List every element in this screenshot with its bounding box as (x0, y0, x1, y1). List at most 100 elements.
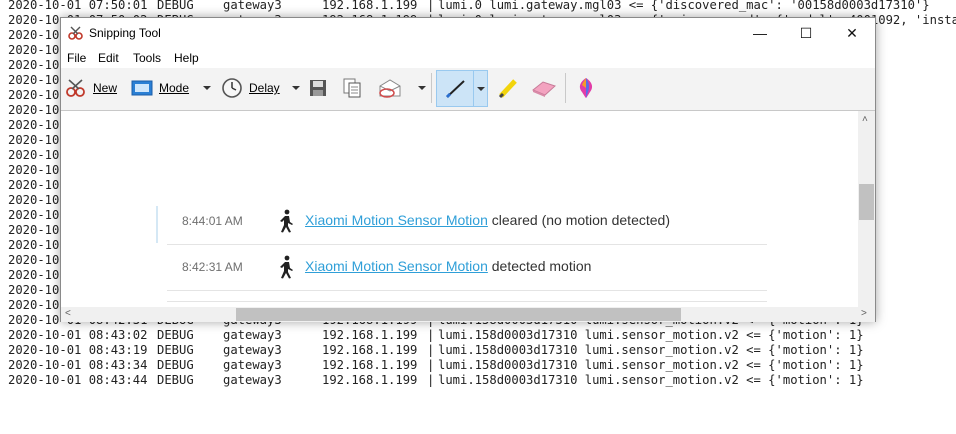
toolbar: New Mode Delay (61, 68, 875, 111)
mode-button[interactable]: Mode (131, 75, 189, 101)
scroll-left-icon[interactable]: < (65, 308, 71, 319)
console-ts: 2020-10-01 08:43:34 (8, 358, 148, 372)
console-mod: gateway3 (223, 343, 282, 357)
scroll-right-icon[interactable]: > (861, 308, 867, 319)
console-ts: 2020-10 (8, 208, 60, 222)
card-edge-highlight (156, 206, 158, 243)
console-ts: 2020-10 (8, 103, 60, 117)
entry-time: 8:42:31 AM (182, 260, 243, 274)
console-ts: 2020-10 (8, 58, 60, 72)
entry-text: Xiaomi Motion Sensor Motion detected mot… (305, 258, 591, 274)
console-ts: 2020-10 (8, 178, 60, 192)
console-msg: lumi.0 lumi.gateway.mgl03 <= {'discovere… (438, 0, 930, 12)
console-ts: 2020-10 (8, 238, 60, 252)
console-ts: 2020-10 (8, 298, 60, 312)
console-ts: 2020-10 (8, 283, 60, 297)
console-ip: 192.168.1.199 (322, 328, 418, 342)
console-msg: lumi.158d0003d17310 lumi.sensor_motion.v… (438, 328, 864, 342)
vertical-scrollbar[interactable]: ˄ (858, 111, 875, 307)
entity-link[interactable]: Xiaomi Motion Sensor Motion (305, 258, 488, 274)
console-mod: gateway3 (223, 373, 282, 387)
title-bar[interactable]: Snipping Tool — ☐ ✕ (61, 18, 875, 48)
send-dropdown-icon[interactable] (418, 86, 426, 90)
console-lvl: DEBUG (157, 358, 194, 372)
console-sep: | (427, 373, 435, 387)
console-sep: | (427, 358, 435, 372)
console-ts: 2020-10 (8, 163, 60, 177)
new-button-label: New (93, 81, 118, 95)
eraser-button[interactable] (531, 75, 557, 101)
paint3d-button[interactable] (575, 75, 597, 101)
close-button[interactable]: ✕ (829, 18, 875, 48)
entry-time: 8:44:01 AM (182, 214, 243, 228)
scroll-up-icon[interactable]: ˄ (862, 114, 868, 125)
console-sep: | (427, 328, 435, 342)
save-button[interactable] (308, 75, 328, 101)
logbook-entry: 8:44:01 AM Xiaomi Motion Sensor Motion cl… (167, 199, 767, 245)
console-lvl: DEBUG (157, 343, 194, 357)
entry-action: detected motion (487, 258, 592, 274)
console-ts: 2020-10-01 07:50:01 (8, 0, 148, 12)
rectangle-mode-icon (131, 80, 153, 96)
pen-icon (445, 80, 465, 99)
console-ts: 2020-10-01 08:43:44 (8, 373, 148, 387)
minimize-icon: — (753, 25, 767, 41)
horizontal-scroll-thumb[interactable] (236, 308, 681, 321)
console-ip: 192.168.1.199 (322, 373, 418, 387)
vertical-scroll-thumb[interactable] (859, 184, 874, 220)
pen-dropdown-icon[interactable] (477, 87, 485, 91)
highlighter-button[interactable] (497, 75, 521, 101)
console-ts: 2020-10-01 08:43:02 (8, 328, 148, 342)
paint3d-icon (579, 78, 593, 98)
console-mod: gateway3 (223, 0, 282, 12)
logbook-entry: 8:42:31 AM Xiaomi Motion Sensor Motion de… (167, 245, 767, 291)
console-sep: | (427, 0, 435, 12)
menu-file[interactable]: File (67, 51, 86, 65)
walking-person-icon (280, 209, 293, 233)
send-snip-button[interactable] (377, 75, 403, 101)
console-lvl: DEBUG (157, 328, 194, 342)
toolbar-divider (431, 73, 432, 103)
new-snip-icon (66, 79, 85, 97)
pen-split-divider (473, 71, 474, 106)
console-sep: | (427, 343, 435, 357)
toolbar-divider-2 (565, 73, 566, 103)
console-lvl: DEBUG (157, 373, 194, 387)
console-ts: 2020-10 (8, 223, 60, 237)
send-email-icon (379, 79, 401, 98)
copy-button[interactable] (342, 75, 362, 101)
save-icon (310, 80, 326, 96)
mode-dropdown-icon[interactable] (203, 86, 211, 90)
close-icon: ✕ (846, 25, 858, 41)
console-ip: 192.168.1.199 (322, 358, 418, 372)
console-ts: 2020-10 (8, 118, 60, 132)
console-ts: 2020-10 (8, 28, 60, 42)
horizontal-scrollbar[interactable]: < > (61, 307, 875, 322)
console-ts: 2020-10 (8, 43, 60, 57)
delay-button-label: Delay (249, 81, 280, 95)
entry-text: Xiaomi Motion Sensor Motion cleared (no … (305, 212, 670, 228)
console-mod: gateway3 (223, 358, 282, 372)
console-ts: 2020-10 (8, 73, 60, 87)
console-ts: 2020-10-01 08:43:19 (8, 343, 148, 357)
menu-help[interactable]: Help (174, 51, 199, 65)
maximize-icon: ☐ (799, 25, 813, 41)
entity-link[interactable]: Xiaomi Motion Sensor Motion (305, 212, 488, 228)
logbook-entry-partial (167, 291, 767, 302)
snip-canvas[interactable]: 8:44:01 AM Xiaomi Motion Sensor Motion cl… (61, 111, 858, 307)
clock-icon (222, 78, 242, 98)
menu-tools[interactable]: Tools (133, 51, 161, 65)
pen-tool-button[interactable] (436, 70, 488, 107)
menu-edit[interactable]: Edit (98, 51, 119, 65)
console-ts: 2020-10 (8, 88, 60, 102)
new-button[interactable]: New (65, 75, 117, 101)
console-ts: 2020-10 (8, 253, 60, 267)
console-msg: lumi.158d0003d17310 lumi.sensor_motion.v… (438, 343, 864, 357)
minimize-button[interactable]: — (737, 18, 783, 48)
delay-dropdown-icon[interactable] (292, 86, 300, 90)
highlighter-icon (498, 79, 517, 99)
maximize-button[interactable]: ☐ (783, 18, 829, 48)
console-ts: 2020-10 (8, 148, 60, 162)
delay-button[interactable]: Delay (221, 75, 280, 101)
copy-icon (343, 78, 361, 98)
